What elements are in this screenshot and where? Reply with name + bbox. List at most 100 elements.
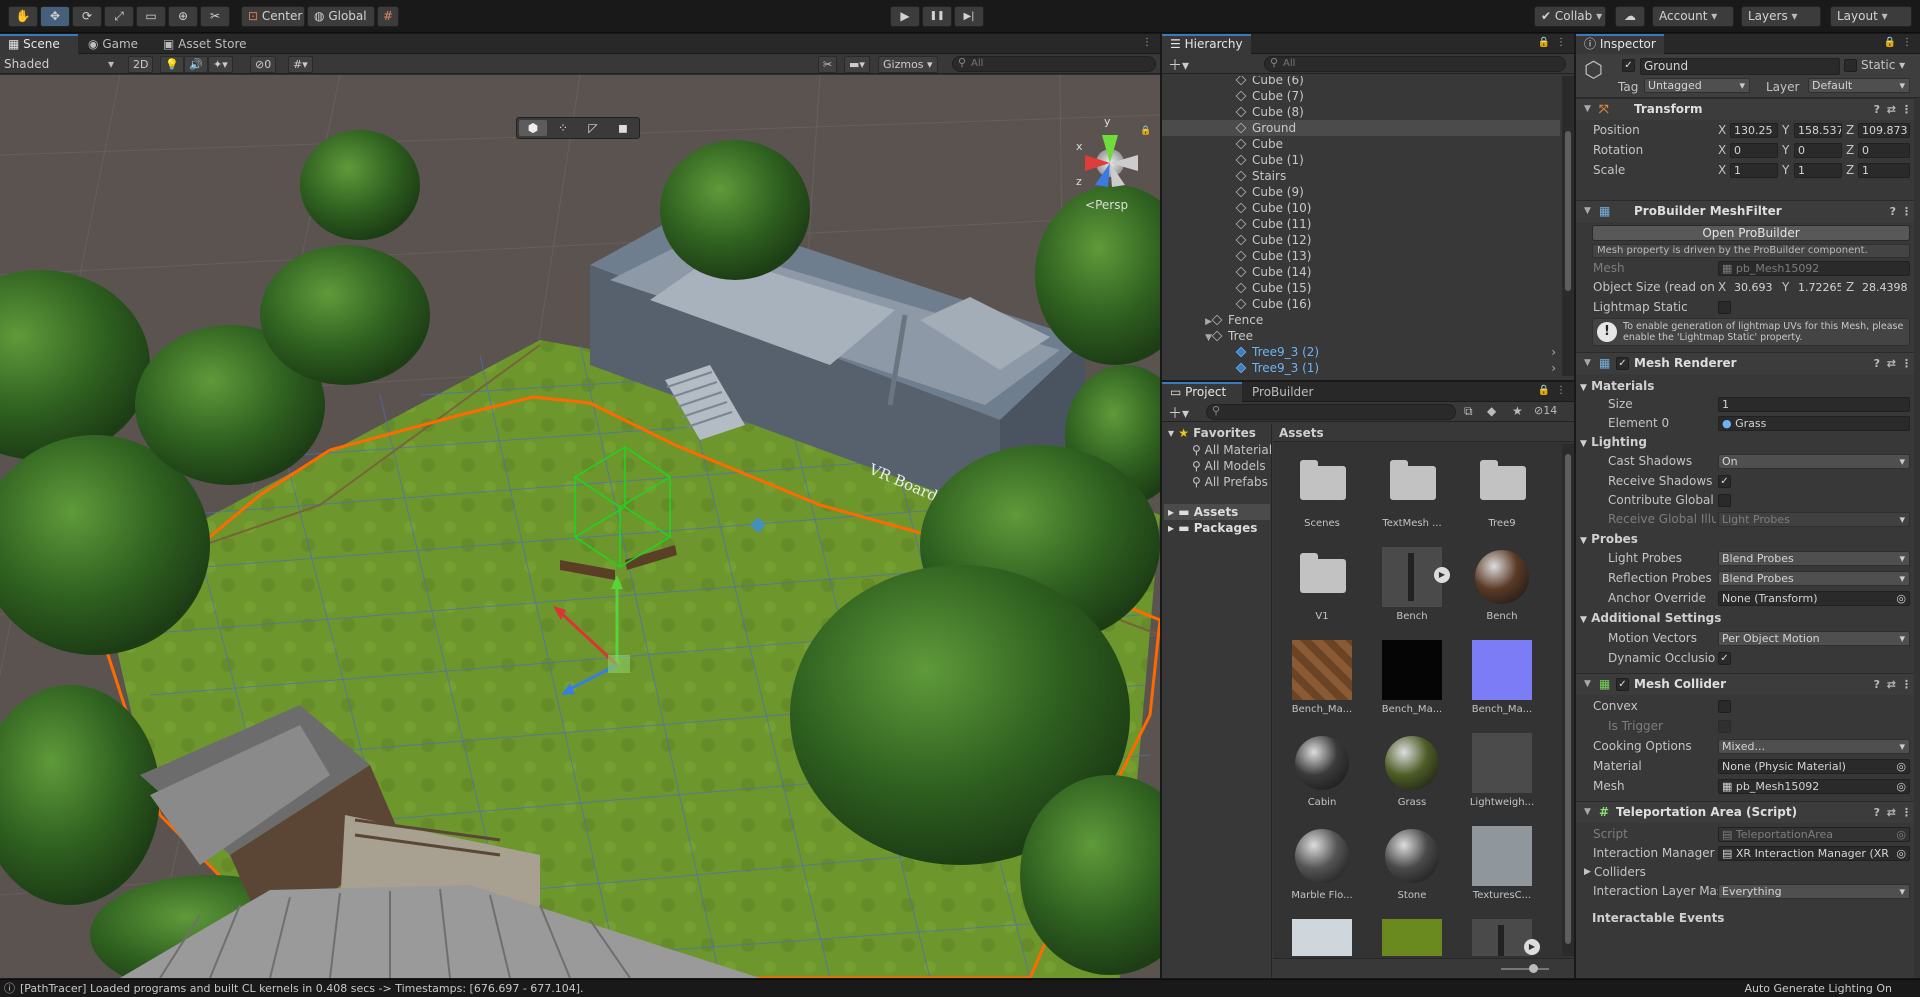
effects-dropdown[interactable]: ✦▾ xyxy=(208,56,233,73)
pivot-global-toggle[interactable]: ◍ Global xyxy=(307,6,375,27)
transform-tool-button[interactable]: ⊕ xyxy=(168,6,198,27)
hierarchy-item[interactable]: Cube (11) xyxy=(1162,216,1560,232)
asset-item[interactable]: Bench_Ma... xyxy=(1277,640,1357,732)
renderer-enabled-checkbox[interactable]: ✓ xyxy=(1616,357,1629,370)
hierarchy-item[interactable]: Tree9_3 (2) › xyxy=(1162,344,1560,360)
asset-item[interactable]: Stone xyxy=(1367,826,1447,918)
grid-snap-button[interactable]: # xyxy=(377,6,399,27)
hierarchy-scrollbar[interactable] xyxy=(1562,76,1574,376)
collider-mesh-field[interactable]: ▦ pb_Mesh15092 ◎ xyxy=(1718,779,1910,794)
asset-item[interactable]: ▶ xyxy=(1457,919,1540,956)
favorites-header[interactable]: ▾ ★ Favorites xyxy=(1168,426,1256,440)
tree-item-assets[interactable]: ▸ ▬ Assets xyxy=(1168,504,1238,520)
search-by-label-icon[interactable]: ◆ xyxy=(1487,404,1496,418)
collider-enabled-checkbox[interactable]: ✓ xyxy=(1616,678,1629,691)
cloud-button[interactable]: ☁ xyxy=(1615,6,1645,27)
inspector-scrollbar[interactable] xyxy=(1914,98,1920,978)
tools-toggle[interactable]: ✂ xyxy=(818,56,838,73)
hierarchy-scroll-thumb[interactable] xyxy=(1565,131,1571,291)
asset-item[interactable]: TexturesC... xyxy=(1457,826,1537,918)
asset-item[interactable]: TextMesh ... xyxy=(1367,454,1447,546)
hierarchy-item[interactable]: Cube (14) xyxy=(1162,264,1560,280)
asset-item[interactable] xyxy=(1367,919,1447,956)
open-probuilder-button[interactable]: Open ProBuilder xyxy=(1592,225,1910,241)
hierarchy-search-input[interactable]: All xyxy=(1264,56,1566,72)
pivot-center-toggle[interactable]: ⊡ Center xyxy=(241,6,305,27)
grid-visibility-dropdown[interactable]: #▾ xyxy=(288,56,313,73)
mesh-renderer-component-header[interactable]: ▼ ▦ ✓ Mesh Renderer ? ⇄ ⋮ xyxy=(1576,352,1920,374)
preset-icon[interactable]: ⇄ xyxy=(1887,674,1896,695)
favorite-item[interactable]: ⚲ All Models xyxy=(1192,458,1272,474)
contribute-gi-checkbox[interactable] xyxy=(1718,494,1731,507)
materials-size-field[interactable]: 1 xyxy=(1718,397,1910,412)
probes-foldout[interactable]: ▼ Probes xyxy=(1576,531,1920,548)
rotate-tool-button[interactable]: ⟳ xyxy=(72,6,102,27)
static-checkbox[interactable] xyxy=(1844,59,1857,72)
scale-x-field[interactable]: 1 xyxy=(1730,163,1778,178)
hierarchy-item[interactable]: Cube (8) xyxy=(1162,104,1560,120)
lighting-toggle[interactable]: 💡 xyxy=(160,56,184,73)
additional-settings-foldout[interactable]: ▼ Additional Settings xyxy=(1576,610,1920,627)
dynamic-occlusion-checkbox[interactable]: ✓ xyxy=(1718,652,1731,665)
rotation-z-field[interactable]: 0 xyxy=(1858,143,1910,158)
asset-breadcrumb[interactable]: Assets xyxy=(1273,424,1574,442)
scale-tool-button[interactable]: ⤢ xyxy=(104,6,134,27)
lock-icon[interactable]: 🔒 xyxy=(1884,37,1896,48)
scale-y-field[interactable]: 1 xyxy=(1794,163,1842,178)
asset-scroll-thumb[interactable] xyxy=(1565,454,1571,944)
transform-component-header[interactable]: ▼ ⤧ Transform ? ⇄ ⋮ xyxy=(1576,98,1920,120)
scene-viewport[interactable]: VR Board Room y x z <Persp 🔒 xyxy=(0,75,1160,978)
element0-field[interactable]: ● Grass xyxy=(1718,416,1910,431)
mesh-collider-component-header[interactable]: ▼ ▦ ✓ Mesh Collider ? ⇄ ⋮ xyxy=(1576,673,1920,695)
hierarchy-item[interactable]: Cube (6) xyxy=(1162,76,1560,88)
layer-dropdown[interactable]: Default xyxy=(1808,78,1910,93)
tree-item-packages[interactable]: ▸ ▬ Packages xyxy=(1168,520,1257,536)
console-message[interactable]: [PathTracer] Loaded programs and built C… xyxy=(20,980,584,997)
cast-shadows-dropdown[interactable]: On xyxy=(1718,454,1910,469)
rotation-x-field[interactable]: 0 xyxy=(1730,143,1778,158)
more-options-icon[interactable]: ⋮ xyxy=(1556,385,1566,396)
hierarchy-item[interactable]: Cube (13) xyxy=(1162,248,1560,264)
icon-size-slider[interactable] xyxy=(1501,968,1549,970)
preset-icon[interactable]: ⇄ xyxy=(1887,353,1896,374)
asset-item[interactable]: Lightweigh... xyxy=(1457,733,1537,825)
layout-dropdown[interactable]: Layout xyxy=(1830,6,1912,27)
tab-hierarchy[interactable]: ☰ Hierarchy xyxy=(1162,34,1251,54)
hierarchy-item[interactable]: Cube xyxy=(1162,136,1560,152)
asset-item[interactable]: Scenes xyxy=(1277,454,1357,546)
teleportation-area-component-header[interactable]: ▼ # Teleportation Area (Script) ? ⇄ ⋮ xyxy=(1576,801,1920,823)
play-preview-icon[interactable]: ▶ xyxy=(1434,567,1450,583)
interaction-layer-dropdown[interactable]: Everything xyxy=(1718,884,1910,899)
hierarchy-item[interactable]: Cube (16) xyxy=(1162,296,1560,312)
asset-item[interactable]: Tree9 xyxy=(1457,454,1537,546)
lock-icon[interactable]: 🔒 xyxy=(1538,37,1550,48)
component-menu-icon[interactable]: ⋮ xyxy=(1901,674,1912,695)
object-name-field[interactable]: Ground xyxy=(1640,58,1840,75)
hidden-packages-toggle[interactable]: ⊘14 xyxy=(1534,404,1557,417)
icon-size-slider-handle[interactable] xyxy=(1529,964,1538,973)
more-options-icon[interactable]: ⋮ xyxy=(1902,37,1912,48)
project-search-input[interactable] xyxy=(1206,404,1456,420)
step-button[interactable]: ▶| xyxy=(954,6,984,27)
hierarchy-item[interactable]: Ground xyxy=(1162,120,1560,136)
prefab-open-icon[interactable]: › xyxy=(1551,344,1556,360)
rect-tool-button[interactable]: ▭ xyxy=(136,6,166,27)
mesh-field[interactable]: ▦ pb_Mesh15092 xyxy=(1718,261,1910,276)
audio-toggle[interactable]: 🔊 xyxy=(184,56,208,73)
tab-inspector[interactable]: ⓘ Inspector xyxy=(1576,34,1664,54)
toggle-2d-button[interactable]: 2D xyxy=(128,56,154,73)
face-mode-button[interactable]: ◼ xyxy=(609,120,637,136)
hand-tool-button[interactable]: ✋ xyxy=(8,6,38,27)
create-asset-dropdown[interactable]: ＋▾ xyxy=(1168,403,1189,423)
projection-label[interactable]: <Persp xyxy=(1085,198,1128,212)
play-preview-icon[interactable]: ▶ xyxy=(1524,939,1540,955)
asset-item[interactable]: Bench xyxy=(1457,547,1537,639)
camera-dropdown[interactable]: ▬▾ xyxy=(844,56,870,73)
collab-button[interactable]: ✔ Collab xyxy=(1534,6,1606,27)
hierarchy-item[interactable]: Cube (15) xyxy=(1162,280,1560,296)
layers-dropdown[interactable]: Layers xyxy=(1741,6,1821,27)
favorite-star-icon[interactable]: ★ xyxy=(1512,404,1523,418)
physic-material-field[interactable]: None (Physic Material) ◎ xyxy=(1718,759,1910,774)
asset-item[interactable]: Bench_Ma... xyxy=(1457,640,1537,732)
account-dropdown[interactable]: Account xyxy=(1652,6,1734,27)
